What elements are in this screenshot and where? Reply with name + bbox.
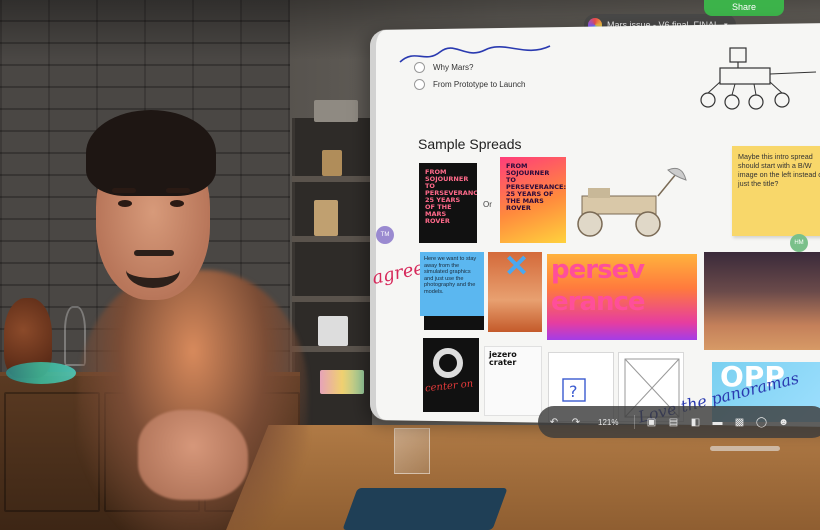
perseverance-spread[interactable]: persev erance bbox=[547, 254, 697, 340]
perseverance-title-line: erance bbox=[551, 287, 646, 317]
collaborators-icon[interactable]: ☻ bbox=[777, 415, 789, 429]
lasso-icon[interactable]: ◯ bbox=[755, 415, 767, 429]
media-icon[interactable]: ▩ bbox=[733, 415, 745, 429]
sticky-note-blue[interactable]: Here we want to stay away from the simul… bbox=[420, 252, 484, 316]
spread-card-text: From Sojourner to Perseverance: 25 years… bbox=[425, 168, 477, 225]
sticky-note-text: Maybe this intro spread should start wit… bbox=[738, 152, 820, 188]
canvas-toolbar: ↶ ↷ 121% ▣ ▤ ◧ ▬ ▩ ◯ ☻ bbox=[538, 406, 820, 438]
zoom-level[interactable]: 121% bbox=[592, 415, 624, 429]
handwritten-note: center on bbox=[424, 378, 474, 395]
persona-brow bbox=[166, 188, 190, 193]
persona-eye bbox=[118, 200, 132, 207]
storage-box bbox=[314, 100, 358, 122]
desk bbox=[220, 425, 820, 530]
collaborator-avatar[interactable]: TM bbox=[376, 226, 394, 244]
window-grab-bar[interactable] bbox=[710, 446, 780, 451]
shelf-object bbox=[320, 370, 364, 394]
checkbox-circle-icon[interactable] bbox=[414, 79, 425, 90]
mars-landscape-photo[interactable] bbox=[704, 252, 820, 350]
text-box-icon[interactable]: ▤ bbox=[667, 415, 679, 429]
undo-icon[interactable]: ↶ bbox=[548, 415, 560, 429]
shelf-object bbox=[322, 150, 342, 176]
sticky-note[interactable]: Maybe this intro spread should start wit… bbox=[732, 146, 820, 236]
desk-mat bbox=[342, 488, 508, 530]
spread-card[interactable]: From Sojourner to Perseverance: 25 years… bbox=[419, 163, 477, 243]
checkbox-circle-icon[interactable] bbox=[414, 62, 425, 73]
share-button[interactable]: Share bbox=[704, 0, 784, 16]
redo-icon[interactable]: ↷ bbox=[570, 415, 582, 429]
section-title: Sample Spreads bbox=[418, 136, 522, 152]
close-x-mark-icon: ✕ bbox=[504, 250, 530, 283]
spread-card[interactable]: From Sojourner to Perseverance: 25 years… bbox=[500, 157, 566, 243]
persona-beard bbox=[126, 252, 180, 288]
shapes-icon[interactable]: ◧ bbox=[689, 415, 701, 429]
or-label: Or bbox=[483, 200, 492, 209]
persona bbox=[78, 110, 308, 530]
wooden-figure bbox=[314, 200, 338, 236]
persona-hand bbox=[138, 410, 248, 500]
outline-item-label: From Prototype to Launch bbox=[433, 80, 526, 89]
sticky-note-text: Here we want to stay away from the simul… bbox=[424, 256, 477, 295]
persona-brow bbox=[112, 188, 136, 193]
perseverance-title-line: persev bbox=[551, 255, 645, 285]
folder-icon[interactable]: ▬ bbox=[711, 415, 723, 429]
persona-hair bbox=[86, 110, 216, 196]
persona-eye bbox=[170, 200, 184, 207]
ring-graphic bbox=[433, 348, 463, 378]
jezero-title: Jezero Crater bbox=[489, 350, 517, 367]
jezero-spread[interactable]: Jezero Crater bbox=[484, 346, 542, 416]
collaborator-avatar[interactable]: HM bbox=[790, 234, 808, 252]
sticky-note-icon[interactable]: ▣ bbox=[645, 415, 657, 429]
spread-card[interactable]: center on bbox=[423, 338, 479, 412]
svg-text:?: ? bbox=[569, 382, 578, 401]
outline-item-label: Why Mars? bbox=[433, 63, 474, 72]
lunar-rover-image[interactable] bbox=[568, 166, 692, 244]
toolbar-divider bbox=[634, 415, 636, 429]
glass-cube bbox=[394, 428, 430, 474]
outline-item[interactable]: Why Mars? bbox=[414, 62, 526, 73]
outline-item[interactable]: From Prototype to Launch bbox=[414, 79, 526, 90]
rover-sketch-drawing[interactable] bbox=[690, 42, 820, 114]
shelf-object bbox=[318, 316, 348, 346]
spread-card-text: From Sojourner to Perseverance: 25 years… bbox=[506, 162, 566, 212]
outline-list: Why Mars? From Prototype to Launch bbox=[414, 62, 526, 96]
